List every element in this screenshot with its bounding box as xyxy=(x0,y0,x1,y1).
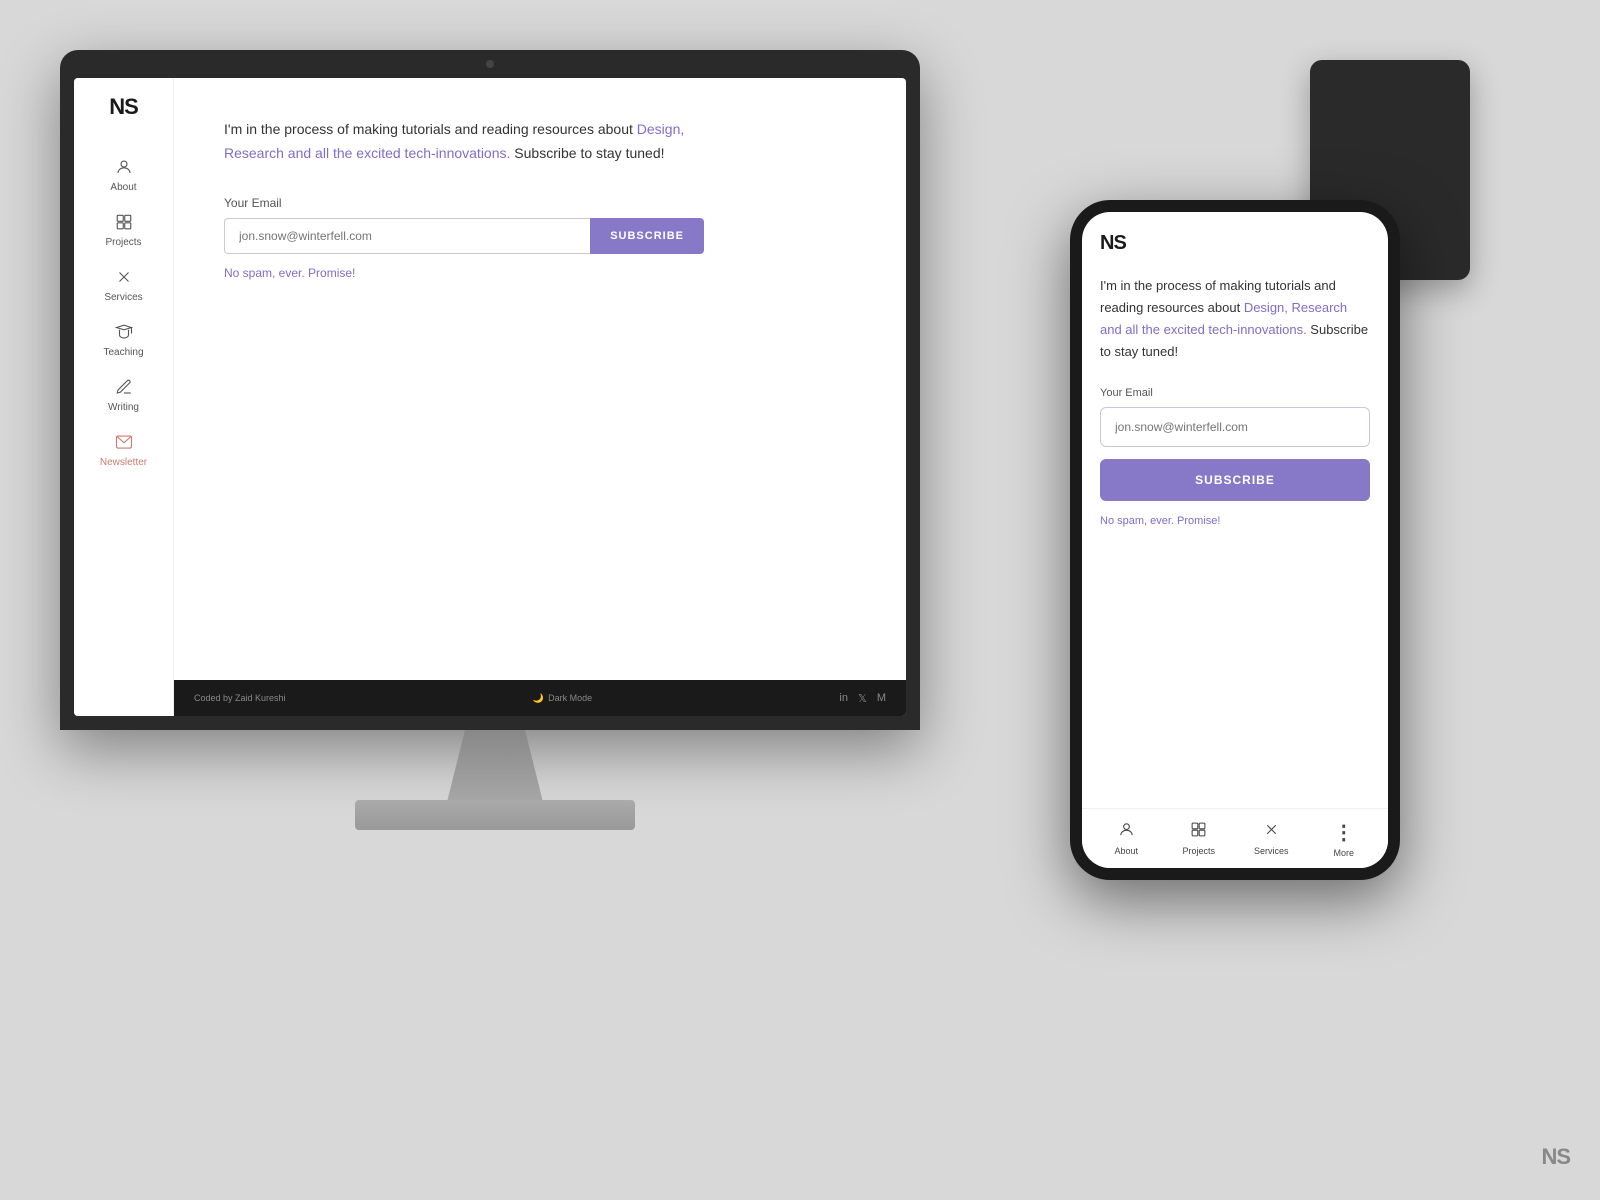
desktop-content: I'm in the process of making tutorials a… xyxy=(174,78,906,680)
phone-logo: NS xyxy=(1100,232,1370,255)
phone-email-label: Your Email xyxy=(1100,387,1370,399)
phone-nav-services[interactable]: Services xyxy=(1235,821,1308,856)
dark-mode-toggle[interactable]: 🌙 Dark Mode xyxy=(533,693,592,704)
sidebar-item-writing[interactable]: Writing xyxy=(84,370,164,421)
phone-nav-more[interactable]: ⋮ More xyxy=(1308,820,1381,858)
desktop-subscribe-button[interactable]: SUBSCRIBE xyxy=(590,218,704,254)
desktop-email-input[interactable] xyxy=(224,218,590,254)
phone-nav-projects[interactable]: Projects xyxy=(1163,821,1236,856)
phone-subscribe-button[interactable]: SUBSCRIBE xyxy=(1100,459,1370,501)
phone-screen: NS I'm in the process of making tutorial… xyxy=(1082,212,1388,868)
sidebar-item-about[interactable]: About xyxy=(84,150,164,201)
phone-email-input[interactable] xyxy=(1100,407,1370,447)
teaching-icon xyxy=(115,323,133,344)
phone-no-spam: No spam, ever. Promise! xyxy=(1100,515,1370,527)
sidebar-item-projects[interactable]: Projects xyxy=(84,205,164,256)
phone-intro: I'm in the process of making tutorials a… xyxy=(1100,275,1370,363)
phone-more-label: More xyxy=(1333,848,1354,858)
sidebar-nav: About Projects Services xyxy=(74,150,173,476)
desktop-monitor: NS About Projects xyxy=(60,50,930,830)
phone-projects-label: Projects xyxy=(1182,846,1215,856)
about-label: About xyxy=(110,182,136,193)
monitor-stand-neck xyxy=(445,730,545,810)
phone-projects-icon xyxy=(1190,821,1207,843)
content-intro: I'm in the process of making tutorials a… xyxy=(224,118,704,166)
services-icon xyxy=(115,268,133,289)
desktop-logo: NS xyxy=(109,94,138,120)
monitor-screen: NS About Projects xyxy=(74,78,906,716)
twitter-icon[interactable]: 𝕏 xyxy=(858,692,867,705)
teaching-label: Teaching xyxy=(103,347,143,358)
moon-icon: 🌙 xyxy=(533,693,544,704)
about-icon xyxy=(115,158,133,179)
phone-about-icon xyxy=(1118,821,1135,843)
watermark: NS xyxy=(1541,1144,1570,1170)
projects-label: Projects xyxy=(105,237,141,248)
phone-services-icon xyxy=(1263,821,1280,843)
desktop-footer: Coded by Zaid Kureshi 🌙 Dark Mode in 𝕏 M xyxy=(174,680,906,716)
phone-frame: NS I'm in the process of making tutorial… xyxy=(1070,200,1400,880)
phone-nav-about[interactable]: About xyxy=(1090,821,1163,856)
email-label: Your Email xyxy=(224,196,856,210)
writing-label: Writing xyxy=(108,402,139,413)
monitor-frame: NS About Projects xyxy=(60,50,920,730)
phone-about-label: About xyxy=(1114,846,1138,856)
newsletter-icon xyxy=(115,433,133,454)
monitor-camera xyxy=(486,60,494,68)
desktop-main: I'm in the process of making tutorials a… xyxy=(174,78,906,716)
phone-content-area: NS I'm in the process of making tutorial… xyxy=(1082,212,1388,808)
sidebar-item-services[interactable]: Services xyxy=(84,260,164,311)
newsletter-label: Newsletter xyxy=(100,457,147,468)
phone-bottom-nav: About Projects Services ⋮ More xyxy=(1082,808,1388,868)
sidebar-item-newsletter[interactable]: Newsletter xyxy=(84,425,164,476)
no-spam-text: No spam, ever. Promise! xyxy=(224,266,856,280)
linkedin-icon[interactable]: in xyxy=(839,692,848,704)
phone-services-label: Services xyxy=(1254,846,1289,856)
email-form-row: SUBSCRIBE xyxy=(224,218,704,254)
mobile-phone: NS I'm in the process of making tutorial… xyxy=(1070,200,1400,900)
desktop-sidebar: NS About Projects xyxy=(74,78,174,716)
writing-icon xyxy=(115,378,133,399)
phone-more-icon: ⋮ xyxy=(1334,820,1354,845)
footer-coded-by: Coded by Zaid Kureshi xyxy=(194,693,286,703)
monitor-stand-base xyxy=(355,800,635,830)
projects-icon xyxy=(115,213,133,234)
services-label: Services xyxy=(104,292,142,303)
medium-icon[interactable]: M xyxy=(877,692,886,704)
footer-socials: in 𝕏 M xyxy=(839,692,886,705)
sidebar-item-teaching[interactable]: Teaching xyxy=(84,315,164,366)
